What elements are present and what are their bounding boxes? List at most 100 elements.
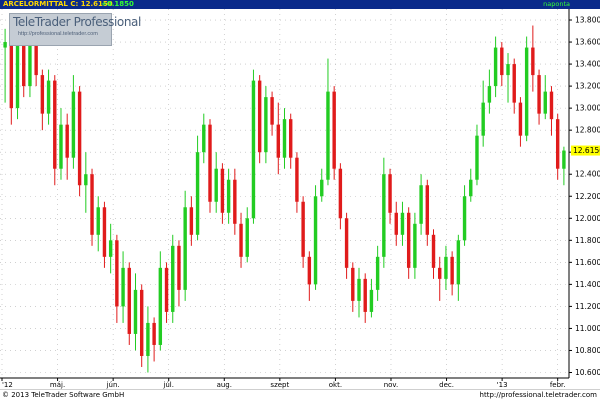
y-tick-label: 12.0000 <box>575 214 600 223</box>
candle-body <box>53 80 57 169</box>
candle-body <box>543 91 547 114</box>
candle-body <box>22 42 26 87</box>
y-tick-label: 10.8000 <box>575 346 600 355</box>
candle-body <box>555 119 560 169</box>
y-tick-label: 13.4000 <box>575 60 600 69</box>
last-price-tag: 12.6150 <box>571 145 600 156</box>
candle-body <box>369 289 374 312</box>
price-chart: 13.8000 13.6000 13.4000 13.2000 13.0000 12.80… <box>0 9 600 389</box>
candle-body <box>264 97 268 153</box>
candle-body <box>121 267 125 307</box>
candle-body <box>357 278 361 301</box>
candle-body <box>500 47 504 76</box>
footer-url-link[interactable]: http://professional.teletrader.com <box>480 391 597 399</box>
candle-body <box>469 179 473 197</box>
candle-body <box>270 97 274 125</box>
candle-body <box>289 119 293 158</box>
candle-body <box>313 196 318 285</box>
candle-body <box>524 47 529 136</box>
candle-body <box>96 207 100 235</box>
candle-body <box>431 234 436 268</box>
candle-body <box>512 64 516 103</box>
candle-body <box>475 135 479 180</box>
candle-body <box>226 179 231 213</box>
brand-watermark: TeleTrader Professional http://professio… <box>9 13 141 46</box>
candle-body <box>351 267 355 301</box>
candle-body <box>115 240 119 307</box>
candle-body <box>108 240 113 257</box>
y-tick-label: 13.2000 <box>575 82 600 91</box>
copyright-text: © 2013 TeleTrader Software GmbH <box>2 391 125 399</box>
candle-body <box>363 278 367 312</box>
candle-body <box>214 168 218 202</box>
title-bar: ARCELORMITTAL C: 12.6150 +0.1850 naponta <box>0 0 600 9</box>
candle-body <box>46 80 51 114</box>
y-tick-label: 11.2000 <box>575 302 600 311</box>
candle-body <box>177 245 181 290</box>
candle-body <box>202 124 206 153</box>
candle-body <box>438 267 442 279</box>
y-tick-label: 11.8000 <box>575 236 600 245</box>
y-tick-label: 11.0000 <box>575 324 600 333</box>
y-tick-label: 12.8000 <box>575 126 600 135</box>
candle-body <box>400 212 405 235</box>
candle-body <box>320 179 324 197</box>
x-tick-label: '12 <box>2 381 13 389</box>
candle-body <box>282 119 287 158</box>
candle-body <box>189 207 194 235</box>
x-tick-label: júl. <box>162 381 174 389</box>
candle-body <box>276 124 280 158</box>
candle-body <box>394 212 398 235</box>
y-tick-label: 13.6000 <box>575 38 600 47</box>
x-tick-label: '13 <box>497 381 508 389</box>
candle-body <box>537 75 541 114</box>
candle-body <box>171 245 175 312</box>
candle-body <box>139 289 144 356</box>
y-tick-label: 13.0000 <box>575 104 600 113</box>
candle-body <box>562 150 566 169</box>
candle-body <box>257 80 262 153</box>
x-tick-label: aug. <box>217 381 232 389</box>
candle-body <box>127 267 131 334</box>
candle-body <box>481 102 485 136</box>
x-tick-label: okt. <box>329 381 342 389</box>
candle-body <box>413 223 417 268</box>
candle-body <box>15 42 20 109</box>
candle-body <box>152 322 156 345</box>
last-price-value: 12.6150 <box>573 146 600 155</box>
candle-body <box>183 207 187 290</box>
period-label[interactable]: naponta <box>543 0 570 9</box>
candle-body <box>245 218 249 257</box>
x-tick-label: jún. <box>106 381 120 389</box>
y-axis-ticks: 13.8000 13.6000 13.4000 13.2000 13.0000 12.80… <box>569 16 600 377</box>
candle-body <box>251 80 256 219</box>
y-tick-label: 11.4000 <box>575 280 600 289</box>
y-tick-label: 12.4000 <box>575 170 600 179</box>
candle-body <box>444 256 448 279</box>
candle-body <box>77 91 82 186</box>
candle-body <box>462 196 467 241</box>
candle-body <box>326 91 330 180</box>
candle-body <box>90 174 94 235</box>
candle-body <box>295 157 299 202</box>
candle-body <box>487 86 492 103</box>
x-tick-label: dec. <box>439 381 454 389</box>
x-axis-ticks: '12 máj. jún. júl. aug. szept okt. nov. dec. '13 f… <box>1 378 566 389</box>
candle-body <box>531 47 535 76</box>
candle-body <box>220 168 225 213</box>
candle-body <box>3 42 7 48</box>
candle-body <box>338 168 343 219</box>
candle-body <box>344 218 349 268</box>
candle-body <box>506 64 510 76</box>
candle-body <box>388 174 392 213</box>
candle-body <box>71 91 76 158</box>
candle-body <box>419 185 423 224</box>
candle-body <box>307 256 312 285</box>
y-tick-label: 11.6000 <box>575 258 600 267</box>
candle-body <box>208 124 212 202</box>
footer-bar: © 2013 TeleTrader Software GmbH http://p… <box>0 389 600 401</box>
candle-body <box>40 75 45 114</box>
x-tick-label: nov. <box>384 381 399 389</box>
price-change-label: +0.1850 <box>101 0 134 8</box>
candle-body <box>9 42 14 109</box>
